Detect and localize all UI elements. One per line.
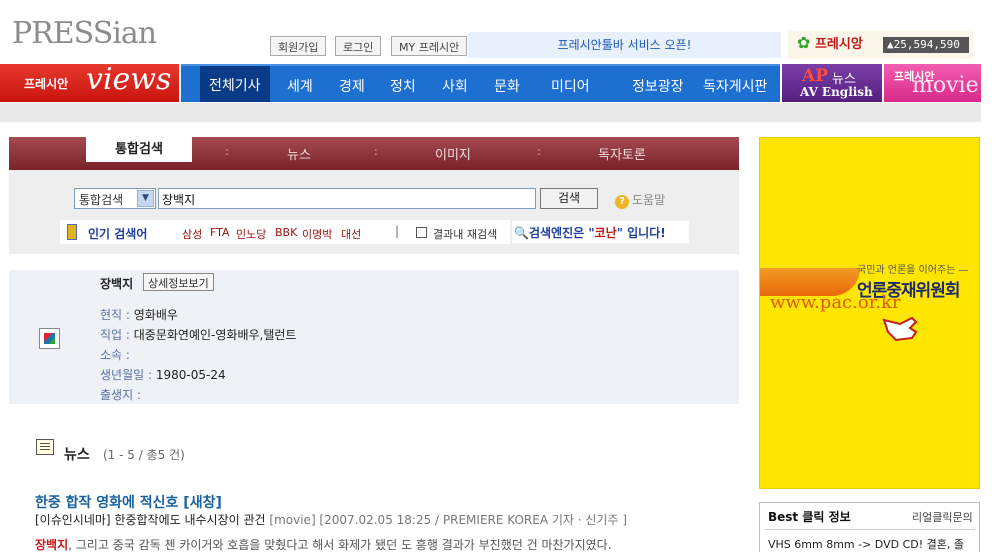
news-item-source: [이슈인시네마] 한중합작에도 내수시장이 관건 <box>35 513 266 527</box>
profile-value: 영화배우 <box>133 308 178 322</box>
tab-integrated-search[interactable]: 통합검색 <box>86 128 192 162</box>
pressian-logo[interactable]: PRESSian <box>12 16 157 51</box>
research-label: 결과내 재검색 <box>433 228 498 241</box>
magnifier-icon: 🔍 <box>514 226 529 240</box>
news-item-snippet: 장백지, 그리고 중국 감독 첸 카이거와 호흡을 맞췄다고 해서 화제가 됐던… <box>35 536 612 552</box>
question-icon: ? <box>615 195 629 209</box>
news-result-count: (1 - 5 / 총5 건) <box>103 448 185 462</box>
tab-separator: : <box>537 145 541 158</box>
engine-name: 코난 <box>594 226 617 240</box>
popular-keyword[interactable]: BBK <box>275 226 297 239</box>
news-icon <box>36 439 54 455</box>
ad-url: www.pac.or.kr <box>770 292 901 313</box>
pressiang-logo[interactable]: ✿ 프레시앙 <box>797 33 863 52</box>
tab-reader-discussion[interactable]: 독자토론 <box>598 144 646 163</box>
best-click-title: Best 클릭 정보 <box>768 510 851 524</box>
main-nav: 전체기사 세계 경제 정치 사회 문화 미디어 정보광장 독자게시판 <box>181 64 780 102</box>
login-link[interactable]: 로그인 <box>335 36 382 56</box>
profile-key: 소속 <box>100 348 123 362</box>
snippet-text: , 그리고 중국 감독 첸 카이거와 호흡을 맞췄다고 해서 화제가 됐던 도 … <box>68 538 612 552</box>
profile-value: 1980-05-24 <box>155 368 226 382</box>
views-small-label: 프레시안 <box>24 77 69 91</box>
best-click-item[interactable]: VHS 6mm 8mm -> DVD CD! 결혼, 졸 <box>768 536 978 552</box>
profile-row: 생년월일 : 1980-05-24 <box>100 368 226 382</box>
broken-image-icon <box>39 328 60 349</box>
nav-media[interactable]: 미디어 <box>551 76 590 96</box>
profile-key: 출생지 <box>100 388 134 402</box>
popular-keyword[interactable]: FTA <box>210 226 230 239</box>
help-label: 도움말 <box>632 193 666 207</box>
search-button[interactable]: 검색 <box>540 188 598 209</box>
pressian-views-banner[interactable]: 프레시안 views <box>0 62 179 102</box>
profile-value: 대중문화연예인-영화배우,탤런트 <box>133 328 297 342</box>
nav-economy[interactable]: 경제 <box>339 76 365 96</box>
search-input[interactable]: 장백지 <box>158 188 536 209</box>
profile-key: 직업 <box>100 328 123 342</box>
leaf-icon: ✿ <box>797 33 811 52</box>
my-pressian-link[interactable]: MY 프레시안 <box>391 36 468 56</box>
help-link[interactable]: ? 도움말 <box>615 191 665 209</box>
nav-politics[interactable]: 정치 <box>390 76 416 96</box>
sub-nav-bar <box>0 103 981 122</box>
detail-info-button[interactable]: 상세정보보기 <box>143 273 214 291</box>
nav-world[interactable]: 세계 <box>287 76 313 96</box>
views-big-label: views <box>86 62 172 97</box>
profile-row: 출생지 : <box>100 388 141 402</box>
popular-keyword[interactable]: 이명박 <box>302 226 332 242</box>
profile-row: 소속 : <box>100 348 130 362</box>
search-engine-notice[interactable]: 🔍검색엔진은 "코난" 입니다! <box>512 221 689 243</box>
profile-name: 장백지 <box>100 277 134 291</box>
engine-suffix: " 입니다! <box>616 226 666 240</box>
popular-keyword[interactable]: 삼성 <box>182 226 202 242</box>
ad-tagline: 국민과 언론을 이어주는 — <box>857 265 969 276</box>
divider <box>765 529 975 530</box>
profile-row: 직업 : 대중문화연예인-영화배우,탤런트 <box>100 328 297 342</box>
press-arbitration-ad[interactable] <box>759 137 980 489</box>
search-scope-value: 통합검색 <box>79 193 124 207</box>
profile-key: 현직 <box>100 308 123 322</box>
popular-keyword[interactable]: 민노당 <box>236 226 266 242</box>
news-item-title[interactable]: 한중 합작 영화에 적신호 [새창] <box>35 492 222 512</box>
chevron-down-icon[interactable]: ▼ <box>137 190 154 207</box>
nav-society[interactable]: 사회 <box>442 76 468 96</box>
movie-big-label: movie <box>912 73 979 98</box>
engine-prefix: 검색엔진은 " <box>528 226 595 240</box>
pressian-movie-banner[interactable]: 프레시안 movie <box>884 64 981 102</box>
pressiang-label: 프레시앙 <box>814 37 863 52</box>
visitor-counter: ▲25,594,590 <box>883 37 969 53</box>
tab-news[interactable]: 뉴스 <box>287 144 311 163</box>
profile-key: 생년월일 <box>100 368 145 382</box>
ap-news-banner[interactable]: AP 뉴스 AV English <box>782 64 882 102</box>
toolbar-service-banner[interactable]: 프레시안툴바 서비스 오픈! <box>468 32 781 58</box>
tab-separator: : <box>225 145 229 158</box>
tab-images[interactable]: 이미지 <box>435 144 471 163</box>
popular-keywords-bar: 인기 검색어 삼성 FTA 민노당 BBK 이명박 대선 | 결과내 재검색 <box>60 220 510 244</box>
news-item-info: [movie] [2007.02.05 18:25 / PREMIERE KOR… <box>269 513 627 527</box>
nav-culture[interactable]: 문화 <box>494 76 520 96</box>
pointing-hand-icon <box>882 316 918 342</box>
medal-icon <box>67 224 77 240</box>
nav-reader-board[interactable]: 독자게시판 <box>703 76 767 96</box>
nav-all-articles[interactable]: 전체기사 <box>200 66 270 102</box>
av-english-label: AV English <box>800 85 873 99</box>
tab-separator: : <box>374 145 378 158</box>
profile-row: 현직 : 영화배우 <box>100 308 178 322</box>
popular-keywords-title: 인기 검색어 <box>88 227 148 241</box>
signup-link[interactable]: 회원가입 <box>270 36 327 56</box>
search-scope-select[interactable]: 통합검색 ▼ <box>74 188 156 209</box>
research-checkbox[interactable] <box>416 227 427 238</box>
ap-logo: AP <box>802 66 828 86</box>
popular-keyword[interactable]: 대선 <box>341 226 361 242</box>
news-section-title: 뉴스 <box>64 447 90 463</box>
news-item-meta: [이슈인시네마] 한중합작에도 내수시장이 관건 [movie] [2007.0… <box>35 511 627 528</box>
real-click-inquiry-link[interactable]: 리얼클릭문의 <box>912 509 973 525</box>
highlight-term: 장백지 <box>35 538 69 552</box>
separator: | <box>395 224 400 238</box>
nav-info-plaza[interactable]: 정보광장 <box>632 76 684 96</box>
